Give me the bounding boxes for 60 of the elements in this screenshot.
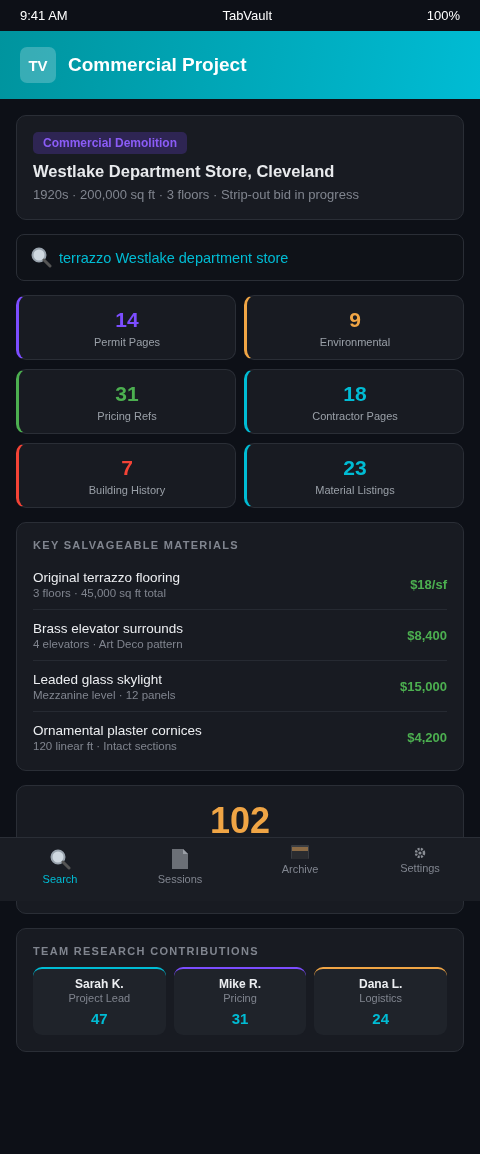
stat-label: Environmental [319, 335, 391, 348]
material-details: 3 floors · 45,000 sq ft total [33, 587, 167, 599]
status-time: 9:41 AM [20, 8, 68, 23]
material-name: Leaded glass skylight [33, 672, 164, 687]
search-icon [49, 848, 71, 870]
contribution-count: 31 [231, 1010, 249, 1027]
nav-tab[interactable]: Sessions [120, 838, 240, 901]
material-price: $18/sf [410, 577, 447, 592]
battery-level: 100% [426, 8, 460, 23]
stat-value: 9 [349, 307, 361, 332]
settings-icon [414, 847, 426, 859]
page-title: Commercial Project [68, 54, 247, 76]
app-logo: TV [20, 47, 56, 83]
material-price: $4,200 [407, 730, 447, 745]
search-icon [30, 246, 52, 268]
material-name: Ornamental plaster cornices [33, 723, 202, 738]
stat-label: Permit Pages [94, 335, 160, 348]
stat-value: 31 [115, 381, 139, 406]
total-count: 102 [209, 803, 271, 837]
contribution-count: 47 [91, 1010, 108, 1027]
contribution-count: 24 [372, 1010, 389, 1027]
nav-tab[interactable]: Search [0, 838, 120, 901]
stat-card[interactable]: 23 Material Listings [244, 443, 464, 508]
stat-label: Pricing Refs [97, 409, 157, 422]
category-tag: Commercial Demolition [33, 132, 188, 154]
nav-tab[interactable]: Settings [360, 838, 480, 901]
document-icon [171, 848, 189, 870]
member-role: Pricing [223, 992, 257, 1004]
material-details: Mezzanine level · 12 panels [33, 689, 176, 701]
search-field[interactable]: terrazzo Westlake department store [16, 234, 464, 281]
stat-value: 23 [343, 455, 367, 480]
material-details: 4 elevators · Art Deco pattern [33, 638, 184, 650]
stat-value: 7 [121, 455, 133, 480]
nav-tab[interactable]: Archive [240, 838, 360, 901]
project-details: 1920s · 200,000 sq ft · 3 floors · Strip-out bid in progress [33, 187, 359, 202]
material-price: $15,000 [400, 679, 447, 694]
stat-card[interactable]: 7 Building History [16, 443, 236, 508]
section-heading: TEAM RESEARCH CONTRIBUTIONS [33, 945, 260, 957]
stat-card[interactable]: 31 Pricing Refs [16, 369, 236, 434]
file-box-icon [290, 844, 310, 860]
stat-label: Contractor Pages [312, 409, 398, 422]
stat-card[interactable]: 14 Permit Pages [16, 295, 236, 360]
stat-card[interactable]: 18 Contractor Pages [244, 369, 464, 434]
stat-label: Building History [88, 483, 166, 496]
stat-value: 18 [343, 381, 367, 406]
member-name: Sarah K. [75, 977, 124, 991]
material-details: 120 linear ft · Intact sections [33, 740, 178, 752]
material-name: Original terrazzo flooring [33, 570, 181, 585]
member-role: Logistics [359, 992, 403, 1004]
project-name: Westlake Department Store, Cleveland [33, 162, 335, 181]
member-role: Project Lead [68, 992, 131, 1004]
stat-value: 14 [115, 307, 139, 332]
stat-label: Material Listings [315, 483, 395, 496]
app-name: TabVault [222, 8, 273, 23]
member-name: Mike R. [219, 977, 261, 991]
stat-card[interactable]: 9 Environmental [244, 295, 464, 360]
section-heading: KEY SALVAGEABLE MATERIALS [33, 539, 240, 551]
material-price: $8,400 [407, 628, 447, 643]
material-name: Brass elevator surrounds [33, 621, 184, 636]
member-name: Dana L. [359, 977, 403, 991]
